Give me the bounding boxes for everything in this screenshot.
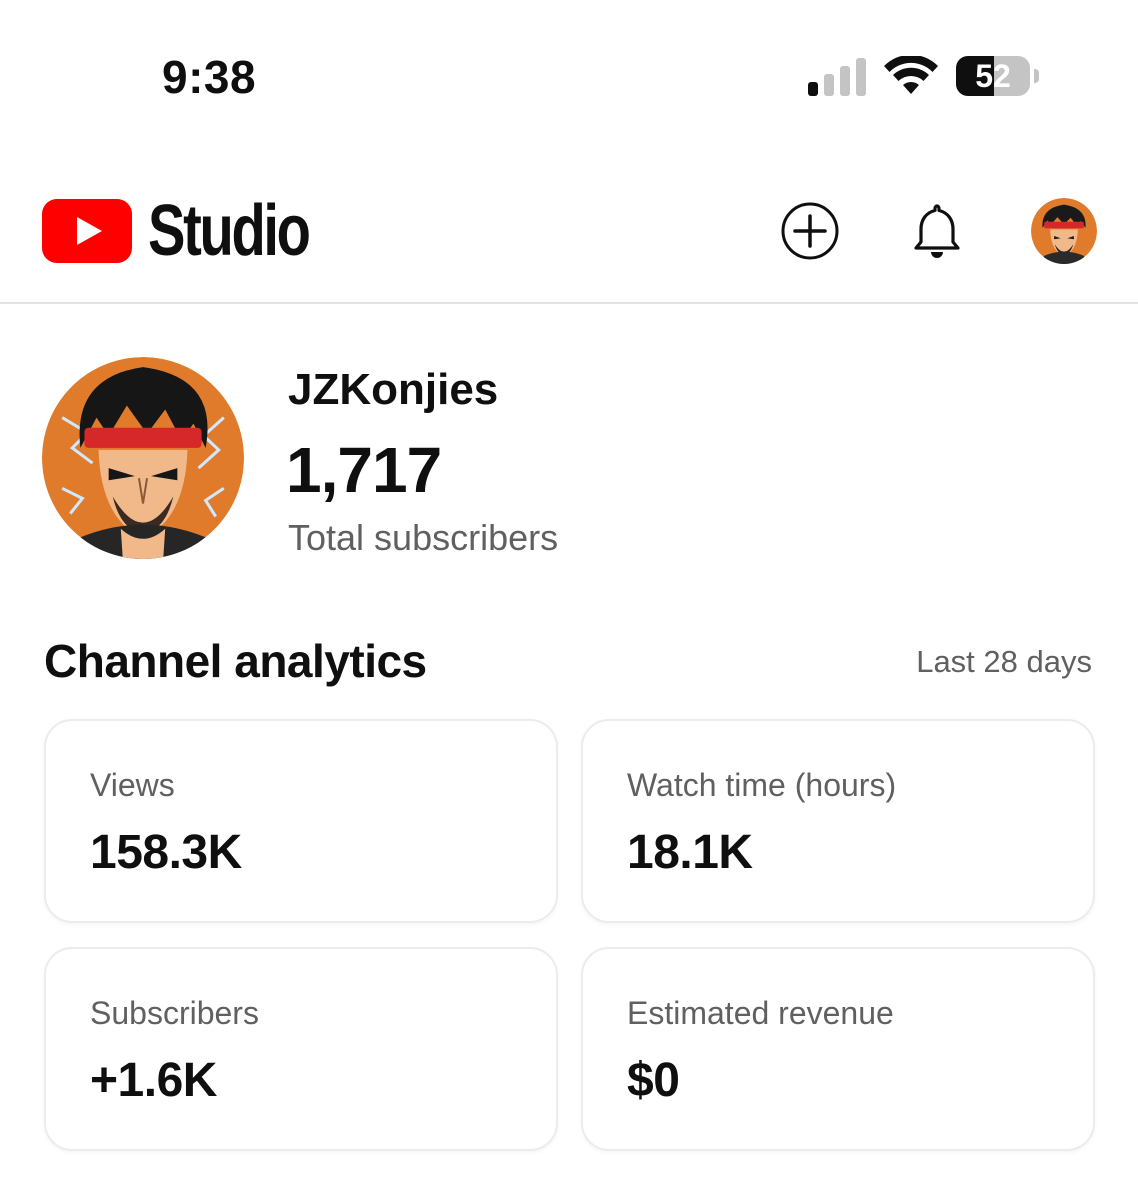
card-value: 18.1K <box>627 826 753 879</box>
channel-name: JZKonjies <box>288 365 499 414</box>
wifi-icon <box>884 56 938 94</box>
card-label: Estimated revenue <box>627 995 894 1031</box>
youtube-studio-logo[interactable]: Studio <box>42 191 354 271</box>
card-value: $0 <box>627 1054 680 1107</box>
card-value: 158.3K <box>90 826 242 879</box>
create-button[interactable] <box>779 200 841 262</box>
app-header: Studio <box>0 160 1138 304</box>
battery-body: 52 <box>956 56 1030 96</box>
notifications-button[interactable] <box>906 200 968 262</box>
status-time: 9:38 <box>162 51 257 103</box>
watch-time-card[interactable]: Watch time (hours) 18.1K <box>581 719 1095 923</box>
battery-percentage: 52 <box>975 58 1011 94</box>
cellular-signal-icon <box>808 58 866 96</box>
subscribers-card[interactable]: Subscribers +1.6K <box>44 947 558 1151</box>
channel-avatar-image <box>42 357 244 559</box>
views-card[interactable]: Views 158.3K <box>44 719 558 923</box>
subscriber-count: 1,717 <box>286 434 442 506</box>
status-bar: 9:38 52 <box>0 0 1138 150</box>
avatar-image <box>1031 198 1097 264</box>
bell-icon <box>914 204 960 258</box>
channel-avatar[interactable] <box>42 357 244 559</box>
battery-indicator: 52 <box>956 56 1040 96</box>
analytics-period: Last 28 days <box>916 644 1092 679</box>
plus-circle-icon <box>781 202 839 260</box>
card-label: Subscribers <box>90 995 259 1031</box>
card-value: +1.6K <box>90 1054 217 1107</box>
logo-text: Studio <box>148 191 311 271</box>
channel-profile: JZKonjies 1,717 Total subscribers <box>0 355 1138 565</box>
subscriber-label: Total subscribers <box>288 517 559 558</box>
youtube-play-icon <box>42 199 132 263</box>
revenue-card[interactable]: Estimated revenue $0 <box>581 947 1095 1151</box>
battery-tip <box>1034 69 1039 83</box>
card-label: Watch time (hours) <box>627 767 897 803</box>
account-avatar[interactable] <box>1031 198 1097 264</box>
analytics-title: Channel analytics <box>44 635 427 687</box>
card-label: Views <box>90 767 175 803</box>
